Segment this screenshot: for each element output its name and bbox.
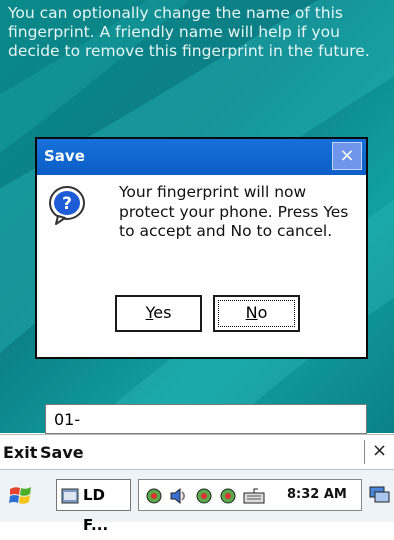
- keyboard-icon[interactable]: [243, 487, 265, 505]
- menu-close-button[interactable]: ×: [372, 440, 387, 461]
- input-panel-icon[interactable]: [369, 484, 391, 506]
- sync-icon[interactable]: [195, 487, 213, 505]
- save-dialog: Save × ? Your fingerprint will now prote…: [35, 137, 368, 359]
- menu-separator: [364, 440, 365, 464]
- task-label: LD F...: [83, 486, 109, 534]
- dialog-title: Save: [44, 147, 85, 165]
- task-button[interactable]: LD F...: [56, 479, 131, 534]
- yes-label-rest: es: [153, 303, 172, 322]
- dialog-titlebar: Save ×: [37, 139, 366, 175]
- system-tray: 8:32 AM: [138, 479, 362, 511]
- dialog-close-button[interactable]: ×: [332, 142, 362, 170]
- taskbar: LD F... 8:32 AM: [0, 469, 394, 534]
- sync-icon[interactable]: [219, 487, 237, 505]
- no-mnemonic: N: [245, 303, 258, 322]
- clock[interactable]: 8:32 AM: [287, 487, 347, 502]
- speaker-icon[interactable]: [169, 487, 189, 505]
- no-button[interactable]: No: [213, 295, 300, 332]
- app-icon: [61, 488, 79, 504]
- exit-menu-item[interactable]: Exit: [3, 443, 37, 462]
- instructions-text: You can optionally change the name of th…: [8, 4, 370, 60]
- fingerprint-name-input[interactable]: 01-: [45, 404, 367, 434]
- dialog-message: Your fingerprint will now protect your p…: [119, 183, 349, 240]
- save-menu-item[interactable]: Save: [40, 443, 84, 462]
- dialog-body: ? Your fingerprint will now protect your…: [37, 175, 366, 359]
- yes-button[interactable]: Yes: [115, 295, 202, 332]
- network-icon[interactable]: [145, 487, 163, 505]
- svg-text:?: ?: [62, 194, 72, 214]
- start-windows-icon[interactable]: [8, 483, 34, 509]
- menu-bar: Exit Save ×: [0, 434, 394, 469]
- question-icon: ?: [49, 186, 85, 225]
- no-label-rest: o: [257, 303, 268, 322]
